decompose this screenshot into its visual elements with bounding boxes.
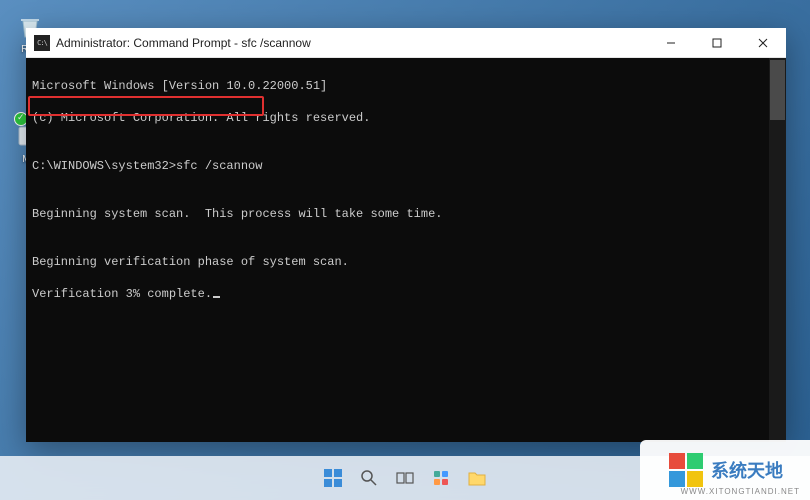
console-line: Microsoft Windows [Version 10.0.22000.51…	[32, 78, 780, 94]
minimize-button[interactable]	[648, 28, 694, 57]
widgets-icon	[432, 469, 450, 487]
scrollbar-thumb[interactable]	[770, 60, 785, 120]
window-controls	[648, 28, 786, 57]
taskbar-explorer-button[interactable]	[463, 464, 491, 492]
search-icon	[360, 469, 378, 487]
console-line: Verification 3% complete.	[32, 286, 780, 302]
taskbar-task-view-button[interactable]	[391, 464, 419, 492]
console-line: (c) Microsoft Corporation. All rights re…	[32, 110, 780, 126]
titlebar[interactable]: C:\ Administrator: Command Prompt - sfc …	[26, 28, 786, 58]
minimize-icon	[666, 38, 676, 48]
close-icon	[758, 38, 768, 48]
taskbar-widgets-button[interactable]	[427, 464, 455, 492]
cursor-icon	[213, 296, 220, 298]
maximize-icon	[712, 38, 722, 48]
watermark: 系统天地 WWW.XITONGTIANDI.NET	[640, 440, 810, 500]
command-prompt-window: C:\ Administrator: Command Prompt - sfc …	[26, 28, 786, 442]
cmd-icon: C:\	[34, 35, 50, 51]
window-title: Administrator: Command Prompt - sfc /sca…	[56, 36, 648, 50]
console-progress-text: Verification 3% complete.	[32, 287, 212, 301]
watermark-url: WWW.XITONGTIANDI.NET	[681, 487, 800, 496]
console-line: Beginning verification phase of system s…	[32, 254, 780, 270]
console-output[interactable]: Microsoft Windows [Version 10.0.22000.51…	[26, 58, 786, 442]
watermark-logo-icon	[667, 451, 705, 489]
desktop: Rec Mic C:\ Administrator: Command Promp…	[0, 0, 810, 500]
file-explorer-icon	[467, 469, 487, 487]
taskbar-start-button[interactable]	[319, 464, 347, 492]
console-line: Beginning system scan. This process will…	[32, 206, 780, 222]
task-view-icon	[396, 469, 414, 487]
taskbar-search-button[interactable]	[355, 464, 383, 492]
watermark-text: 系统天地	[711, 457, 783, 483]
windows-logo-icon	[323, 468, 343, 488]
console-prompt-line: C:\WINDOWS\system32>sfc /scannow	[32, 158, 780, 174]
maximize-button[interactable]	[694, 28, 740, 57]
close-button[interactable]	[740, 28, 786, 57]
